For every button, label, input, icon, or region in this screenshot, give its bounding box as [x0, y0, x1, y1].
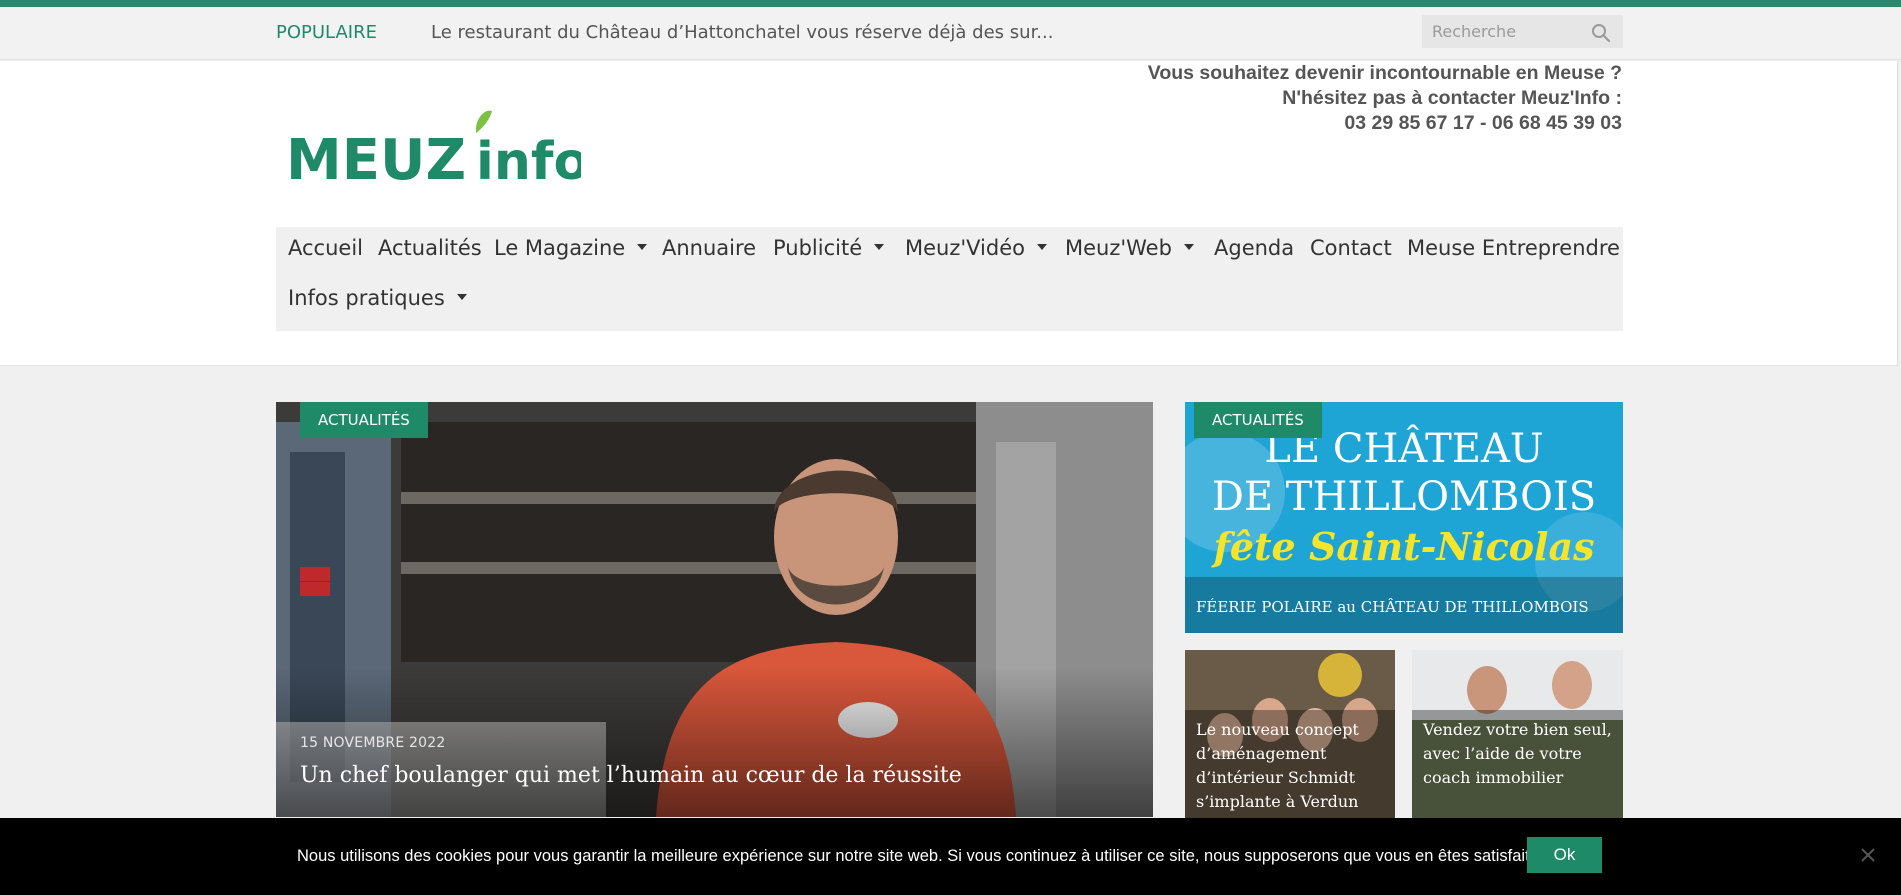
nav-item-meuse-entreprendre[interactable]: Meuse Entreprendre — [1407, 233, 1620, 263]
logo-text-sub: info — [476, 132, 581, 192]
chevron-down-icon — [874, 244, 885, 250]
contact-promo: Vous souhaitez devenir incontournable en… — [1022, 61, 1622, 136]
banner-line: DE THILLOMBOIS — [1212, 474, 1596, 520]
nav-item-accueil[interactable]: Accueil — [288, 233, 363, 263]
nav-item-infos-pratiques[interactable]: Infos pratiques — [288, 283, 467, 313]
side-article-card[interactable]: Vendez votre bien seul, avec l’aide de v… — [1412, 650, 1623, 818]
nav-item-publicite[interactable]: Publicité — [773, 233, 885, 263]
nav-item-agenda[interactable]: Agenda — [1214, 233, 1294, 263]
logo-text-main: MEUZ — [286, 128, 466, 193]
popular-label: POPULAIRE — [276, 22, 377, 43]
cookie-message: Nous utilisons des cookies pour vous gar… — [297, 847, 1535, 865]
nav-item-annuaire[interactable]: Annuaire — [662, 233, 756, 263]
nav-item-actualites[interactable]: Actualités — [378, 233, 482, 263]
site-header: MEUZ info Vous souhaitez devenir inconto… — [0, 61, 1898, 366]
top-accent-bar — [0, 0, 1901, 7]
search-box[interactable]: Recherche — [1422, 15, 1623, 48]
cookie-ok-button[interactable]: Ok — [1527, 837, 1602, 873]
search-icon[interactable] — [1591, 23, 1611, 43]
nav-item-le-magazine[interactable]: Le Magazine — [494, 233, 648, 263]
category-tag[interactable]: ACTUALITÉS — [300, 402, 428, 438]
banner-line: fête Saint-Nicolas — [1210, 524, 1594, 569]
article-date: 15 NOVEMBRE 2022 — [300, 735, 446, 751]
article-title[interactable]: Vendez votre bien seul, avec l’aide de v… — [1423, 718, 1613, 790]
article-title[interactable]: FÉERIE POLAIRE au CHÂTEAU DE THILLOMBOIS — [1196, 598, 1589, 616]
main-nav: Accueil Actualités Le Magazine Annuaire … — [276, 227, 1623, 331]
chevron-down-icon — [1183, 244, 1194, 250]
chevron-down-icon — [637, 244, 648, 250]
popular-ticker-link[interactable]: Le restaurant du Château d’Hattonchatel … — [431, 22, 1053, 43]
article-title[interactable]: Un chef boulanger qui met l’humain au cœ… — [300, 763, 962, 788]
nav-item-contact[interactable]: Contact — [1310, 233, 1392, 263]
nav-item-meuz-video[interactable]: Meuz'Vidéo — [905, 233, 1047, 263]
article-title[interactable]: Le nouveau concept d’aménagement d’intér… — [1196, 718, 1386, 814]
category-tag[interactable]: ACTUALITÉS — [1194, 402, 1322, 438]
contact-line: Vous souhaitez devenir incontournable en… — [1147, 62, 1622, 84]
side-article-top[interactable]: LE CHÂTEAU DE THILLOMBOIS fête Saint-Nic… — [1185, 402, 1623, 633]
search-input[interactable]: Recherche — [1432, 22, 1516, 41]
top-bar: POPULAIRE Le restaurant du Château d’Hat… — [0, 7, 1901, 60]
cookie-banner: Nous utilisons des cookies pour vous gar… — [0, 818, 1901, 895]
featured-article[interactable]: ACTUALITÉS 15 NOVEMBRE 2022 Un chef boul… — [276, 402, 1153, 817]
chevron-down-icon — [1036, 244, 1047, 250]
chevron-down-icon — [456, 294, 467, 300]
meuz-info-logo[interactable]: MEUZ info — [286, 109, 581, 194]
contact-phone: 03 29 85 67 17 - 06 68 45 39 03 — [1344, 112, 1622, 134]
side-article-card[interactable]: Le nouveau concept d’aménagement d’intér… — [1185, 650, 1395, 818]
close-icon[interactable] — [1858, 845, 1878, 865]
nav-item-meuz-web[interactable]: Meuz'Web — [1065, 233, 1194, 263]
contact-line: N'hésitez pas à contacter Meuz'Info : — [1282, 87, 1622, 109]
